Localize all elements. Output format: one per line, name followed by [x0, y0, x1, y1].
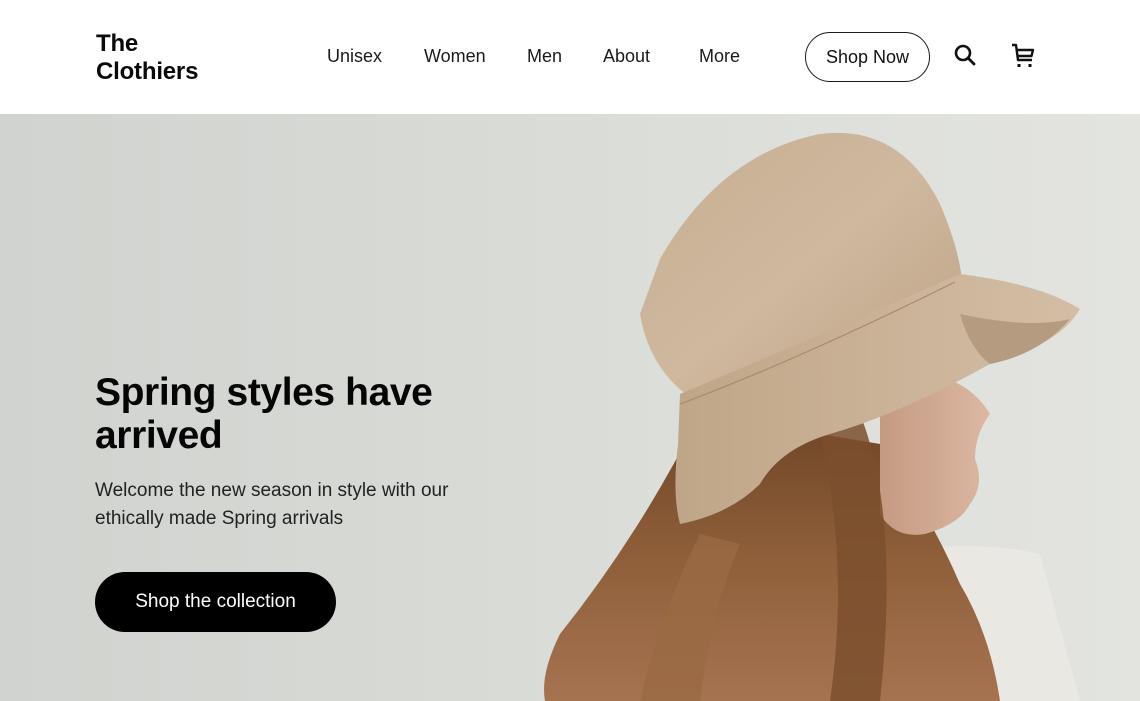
site-header: The Clothiers Unisex Women Men About Mor… — [0, 0, 1140, 114]
hero-illustration — [544, 132, 1080, 701]
logo-line-2: Clothiers — [96, 58, 199, 85]
shop-now-button[interactable]: Shop Now — [805, 32, 930, 82]
shop-collection-button[interactable]: Shop the collection — [95, 572, 336, 632]
nav-item-men[interactable]: Men — [527, 45, 562, 67]
nav-item-about[interactable]: About — [603, 45, 650, 67]
cart-icon — [1012, 43, 1035, 67]
hero-title: Spring styles have arrived — [95, 371, 433, 457]
nav-item-more[interactable]: More — [699, 45, 740, 67]
hero-subtitle: Welcome the new season in style with our… — [95, 480, 449, 529]
logo-line-1: The — [96, 30, 139, 57]
nav-item-women[interactable]: Women — [424, 45, 486, 67]
cart-button[interactable] — [1009, 42, 1037, 70]
nav-item-unisex[interactable]: Unisex — [327, 45, 382, 67]
hero-section: Spring styles have arrived Welcome the n… — [0, 114, 1140, 701]
search-button[interactable] — [953, 43, 977, 67]
brand-logo[interactable]: The Clothiers — [96, 30, 198, 86]
search-icon — [954, 44, 976, 66]
